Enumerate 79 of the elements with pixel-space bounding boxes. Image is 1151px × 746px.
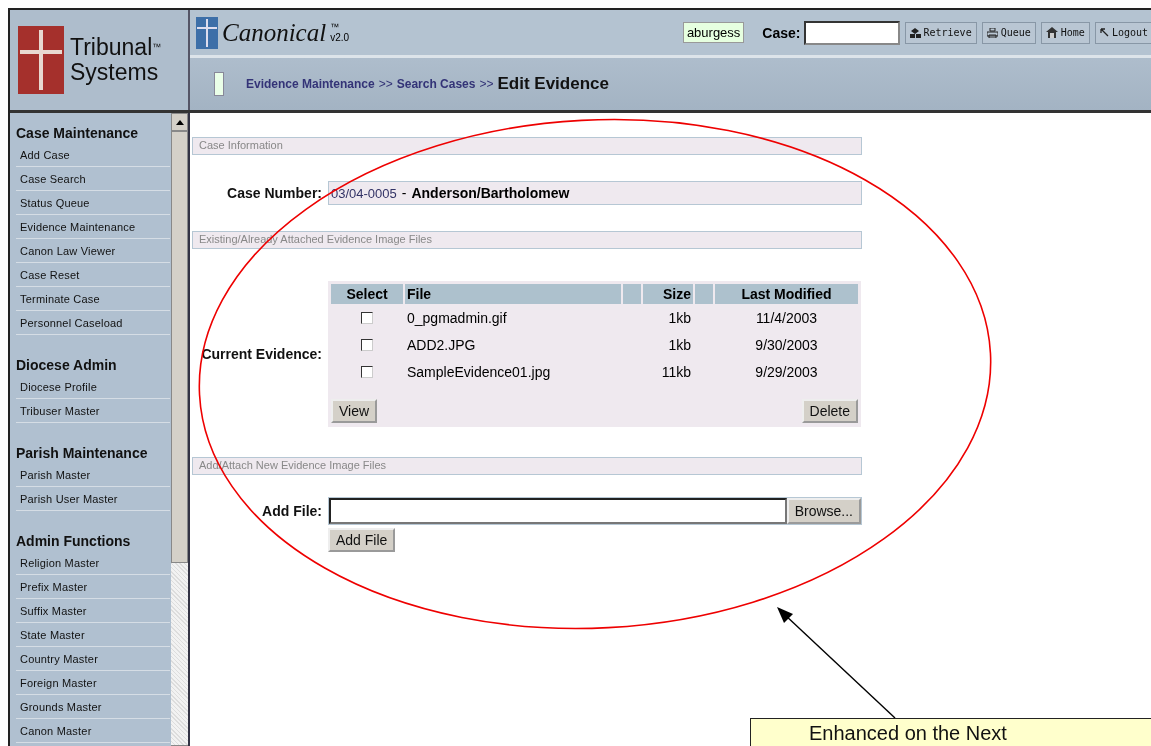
add-file-button[interactable]: Add File	[328, 528, 396, 552]
sidebar-link[interactable]: Grounds Master	[16, 695, 170, 719]
sidebar-heading: Admin Functions	[16, 532, 132, 551]
sidebar-link[interactable]: Case Reset	[16, 263, 170, 287]
case-name: Anderson/Bartholomew	[411, 185, 570, 201]
toolbar-button[interactable]: Logout	[1094, 21, 1151, 44]
sidebar-link[interactable]: Diocese Profile	[16, 375, 170, 399]
sidebar-heading: Case Maintenance	[16, 124, 140, 143]
view-button[interactable]: View	[331, 399, 378, 423]
select-checkbox[interactable]	[361, 338, 373, 351]
column-header: File	[405, 284, 621, 304]
file-size: 11kb	[660, 363, 692, 380]
sidebar-link[interactable]: Foreign Master	[16, 671, 170, 695]
sidebar-heading: Parish Maintenance	[16, 444, 149, 463]
status-marker	[214, 72, 224, 96]
column-header: Size	[643, 284, 693, 304]
toolbar-button[interactable]: Home	[1040, 21, 1090, 44]
sidebar-link[interactable]: Prefix Master	[16, 575, 170, 599]
sidebar-link[interactable]: Status Queue	[16, 191, 170, 215]
dash-separator: -	[401, 185, 407, 201]
case-input-field[interactable]	[803, 20, 900, 45]
file-name: SampleEvidence01.jpg	[406, 363, 552, 380]
trademark-mark: ™	[330, 22, 341, 32]
section-header: Case Information	[192, 137, 862, 155]
case-number-label: Case Number:	[226, 185, 322, 201]
sidebar-link[interactable]: Tribuser Master	[16, 399, 170, 423]
breadcrumb-link[interactable]: Evidence Maintenance	[246, 77, 375, 91]
company-logo-text: Tribunal$^{™}$ Systems	[70, 35, 162, 85]
column-header: Last Modified	[715, 284, 858, 304]
sidebar-link[interactable]: Terminate Case	[16, 287, 170, 311]
case-number: 03/04-0005	[331, 185, 397, 201]
sidebar-link[interactable]: Country Master	[16, 647, 170, 671]
select-checkbox[interactable]	[361, 311, 373, 324]
printer-icon	[986, 27, 998, 38]
sidebar-link[interactable]: Religion Master	[16, 551, 170, 575]
sidebar-link[interactable]: Evidence Maintenance	[16, 215, 170, 239]
sidebar-link[interactable]: Canon Master	[16, 719, 170, 743]
browse-button[interactable]: Browse...	[786, 498, 861, 524]
annotation-callout: Enhanced on the Next	[750, 718, 1151, 746]
app-name: Canonical	[222, 18, 327, 47]
house-icon	[1045, 27, 1058, 38]
column-header: Select	[331, 284, 403, 304]
sidebar-link[interactable]: Add Case	[16, 143, 170, 167]
breadcrumb-separator: >>	[479, 77, 494, 91]
file-name: ADD2.JPG	[406, 336, 477, 353]
sidebar-link[interactable]: Suffix Master	[16, 599, 170, 623]
up-arrow-icon[interactable]	[175, 119, 184, 125]
column-spacer	[695, 284, 713, 304]
username-label: aburgess	[682, 22, 745, 43]
sidebar-heading: Diocese Admin	[16, 356, 118, 375]
sidebar-link[interactable]: Personnel Caseload	[16, 311, 170, 335]
toolbar-button[interactable]: Queue	[981, 21, 1036, 44]
modified-date: 11/4/2003	[754, 309, 819, 326]
arrow-icon	[1099, 28, 1109, 37]
modified-date: 9/30/2003	[754, 336, 819, 353]
sidebar-link[interactable]: Parish User Master	[16, 487, 170, 511]
breadcrumb-link[interactable]: Search Cases	[396, 77, 476, 91]
sidebar-link[interactable]: Case Search	[16, 167, 170, 191]
file-size: 1kb	[667, 309, 692, 326]
file-size: 1kb	[667, 336, 692, 353]
file-name: 0_pgmadmin.gif	[406, 309, 508, 326]
file-path-field[interactable]	[329, 498, 787, 524]
breadcrumb-separator: >>	[378, 77, 393, 91]
toolbar-button[interactable]: Retrieve	[904, 21, 977, 44]
modified-date: 9/29/2003	[754, 363, 819, 380]
sidebar-link[interactable]: Canon Law Viewer	[16, 239, 170, 263]
sidebar-link[interactable]: State Master	[16, 623, 170, 647]
column-spacer	[623, 284, 641, 304]
cross-logo-icon	[196, 16, 218, 49]
select-checkbox[interactable]	[361, 365, 373, 378]
delete-button[interactable]: Delete	[801, 399, 858, 423]
page-title: Edit Evidence	[497, 74, 609, 94]
boxes-icon	[909, 27, 921, 38]
add-file-label: Add File:	[261, 503, 322, 519]
version-label: v2.0	[330, 32, 350, 43]
sidebar-link[interactable]: Parish Master	[16, 463, 170, 487]
scrollbar[interactable]	[171, 113, 188, 746]
case-label: Case:	[762, 24, 801, 41]
cross-logo-icon	[18, 26, 64, 94]
